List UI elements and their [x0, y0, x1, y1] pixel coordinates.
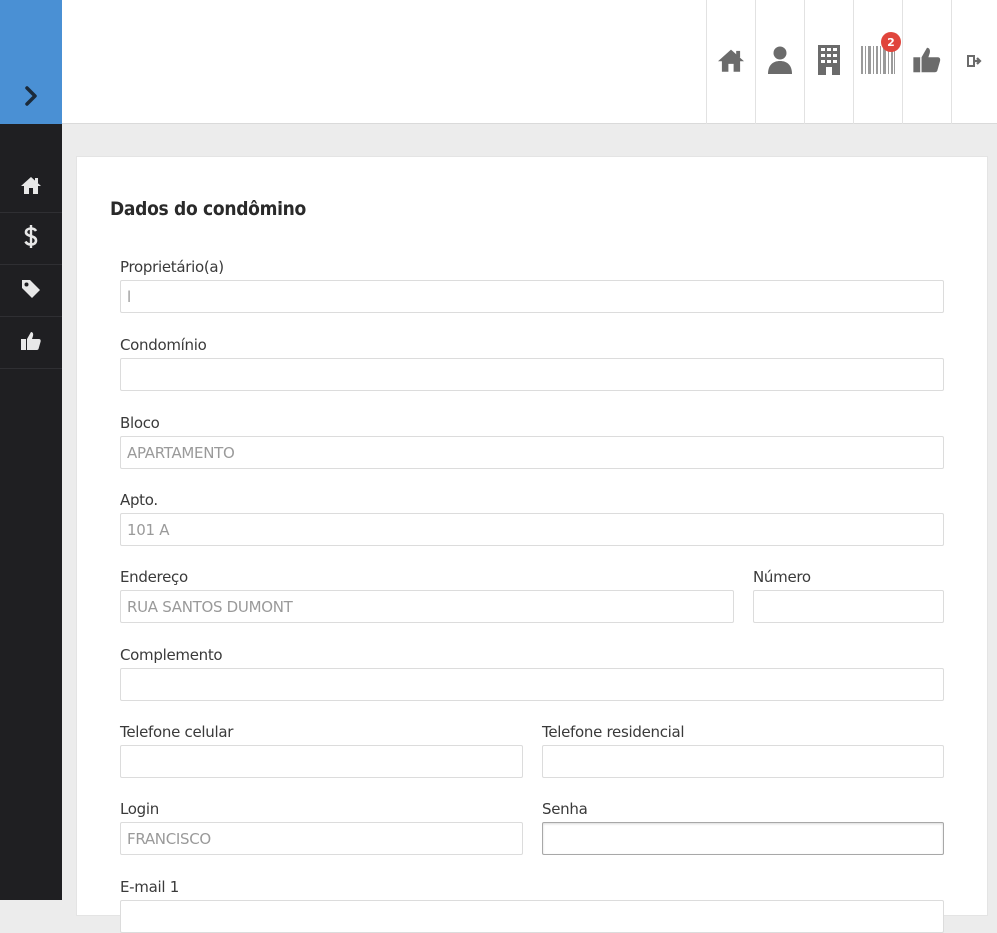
email1-label: E-mail 1 — [120, 878, 179, 896]
condomino-form-card: Dados do condômino Proprietário(a) Condo… — [76, 156, 988, 933]
condominio-input[interactable] — [120, 358, 944, 391]
home-icon — [20, 175, 42, 199]
chevron-right-icon — [24, 86, 38, 110]
condominio-label: Condomínio — [120, 336, 207, 354]
sidebar-item-home[interactable] — [0, 161, 62, 213]
sidebar-nav — [0, 161, 62, 369]
login-label: Login — [120, 800, 159, 818]
field-endereco: Endereço — [120, 568, 734, 623]
building-icon — [817, 44, 841, 80]
field-telefone-celular: Telefone celular — [120, 723, 523, 778]
field-numero: Número — [753, 568, 944, 623]
sidebar-item-tags[interactable] — [0, 265, 62, 317]
bloco-label: Bloco — [120, 414, 160, 432]
topbar-likes-button[interactable] — [902, 0, 951, 124]
topbar-home-button[interactable] — [706, 0, 755, 124]
dollar-icon — [23, 224, 39, 254]
notification-badge: 2 — [881, 32, 901, 52]
user-icon — [767, 45, 793, 79]
proprietario-input[interactable] — [120, 280, 944, 313]
complemento-input[interactable] — [120, 668, 944, 701]
home-icon — [716, 47, 746, 77]
senha-label: Senha — [542, 800, 588, 818]
topbar-icon-group: 2 — [706, 0, 997, 124]
proprietario-label: Proprietário(a) — [120, 258, 224, 276]
field-complemento: Complemento — [120, 646, 944, 701]
page-title: Dados do condômino — [110, 198, 306, 220]
telefone-residencial-label: Telefone residencial — [542, 723, 685, 741]
apto-input[interactable] — [120, 513, 944, 546]
sidebar-toggle-button[interactable] — [0, 0, 62, 124]
thumbs-up-icon — [912, 45, 942, 79]
bloco-input[interactable] — [120, 436, 944, 469]
endereco-label: Endereço — [120, 568, 188, 586]
topbar-user-button[interactable] — [755, 0, 804, 124]
sign-out-icon — [966, 53, 983, 72]
field-telefone-residencial: Telefone residencial — [542, 723, 944, 778]
login-input[interactable] — [120, 822, 523, 855]
apto-label: Apto. — [120, 491, 158, 509]
telefone-celular-label: Telefone celular — [120, 723, 234, 741]
top-bar: 2 — [62, 0, 997, 124]
topbar-logout-button[interactable] — [951, 0, 997, 124]
senha-input[interactable] — [542, 822, 944, 855]
field-senha: Senha — [542, 800, 944, 855]
complemento-label: Complemento — [120, 646, 223, 664]
thumbs-up-icon — [20, 330, 42, 356]
topbar-barcode-button[interactable]: 2 — [853, 0, 902, 124]
email1-input[interactable] — [120, 900, 944, 933]
numero-label: Número — [753, 568, 811, 586]
sidebar-item-likes[interactable] — [0, 317, 62, 369]
endereco-input[interactable] — [120, 590, 734, 623]
numero-input[interactable] — [753, 590, 944, 623]
topbar-building-button[interactable] — [804, 0, 853, 124]
field-condominio: Condomínio — [120, 336, 944, 391]
field-bloco: Bloco — [120, 414, 944, 469]
field-apto: Apto. — [120, 491, 944, 546]
tag-icon — [20, 278, 42, 304]
sidebar-item-financeiro[interactable] — [0, 213, 62, 265]
sidebar — [0, 0, 62, 900]
field-email1: E-mail 1 — [120, 878, 944, 933]
telefone-celular-input[interactable] — [120, 745, 523, 778]
field-login: Login — [120, 800, 523, 855]
field-proprietario: Proprietário(a) — [120, 258, 944, 313]
telefone-residencial-input[interactable] — [542, 745, 944, 778]
